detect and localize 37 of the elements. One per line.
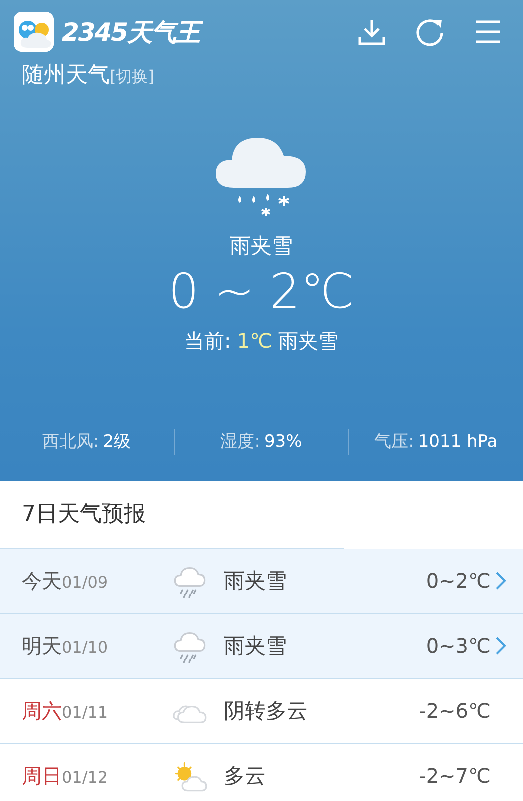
current-label: 当前: xyxy=(184,328,232,355)
day-condition: 雨夹雪 xyxy=(224,568,288,595)
app-logo-icon xyxy=(14,12,54,52)
stat-value: 1011 hPa xyxy=(418,431,498,454)
day-temperature: -2~7℃ xyxy=(419,764,491,788)
stat-label: 湿度: xyxy=(220,431,260,454)
day-temperature: -2~6℃ xyxy=(419,699,491,723)
stat-label: 气压: xyxy=(374,431,414,454)
day-date: 01/12 xyxy=(62,768,108,786)
forecast-row[interactable]: 周日 01/12 多云 -2~7℃ xyxy=(0,744,523,801)
day-condition: 阴转多云 xyxy=(224,698,309,725)
stat-value: 93% xyxy=(264,431,302,454)
day-name: 明天 xyxy=(22,632,62,660)
day-name: 周日 xyxy=(22,762,62,790)
day-temperature: 0~2℃ xyxy=(426,569,491,593)
city-title: 随州天气 xyxy=(22,62,110,90)
day-date: 01/11 xyxy=(62,702,108,722)
chevron-right-icon xyxy=(495,571,507,591)
forecast-row[interactable]: 今天01/09 雨夹雪 0~2℃ xyxy=(0,549,523,614)
weather-condition: 雨夹雪 xyxy=(229,233,294,260)
stat-label: 西北风: xyxy=(42,431,100,454)
temperature-range: 0 ~ 2℃ xyxy=(168,264,356,320)
day-condition: 多云 xyxy=(224,763,267,790)
stat-value: 2级 xyxy=(103,431,132,454)
current-condition: 雨夹雪 xyxy=(278,328,338,355)
day-name: 今天 xyxy=(22,568,62,594)
day-name: 周六 xyxy=(22,698,62,724)
chevron-right-icon xyxy=(495,636,507,656)
current-temperature: 1℃ xyxy=(237,329,272,353)
day-date: 01/10 xyxy=(62,638,108,656)
download-icon[interactable] xyxy=(357,17,387,47)
day-date: 01/09 xyxy=(62,572,108,592)
refresh-icon[interactable] xyxy=(415,17,445,47)
day-temperature: 0~3℃ xyxy=(426,634,491,658)
forecast-row[interactable]: 周六01/11 阴转多云 -2~6℃ xyxy=(0,679,523,744)
forecast-row[interactable]: 明天01/10 雨夹雪 0~3℃ xyxy=(0,614,523,679)
day-condition: 雨夹雪 xyxy=(224,633,288,660)
